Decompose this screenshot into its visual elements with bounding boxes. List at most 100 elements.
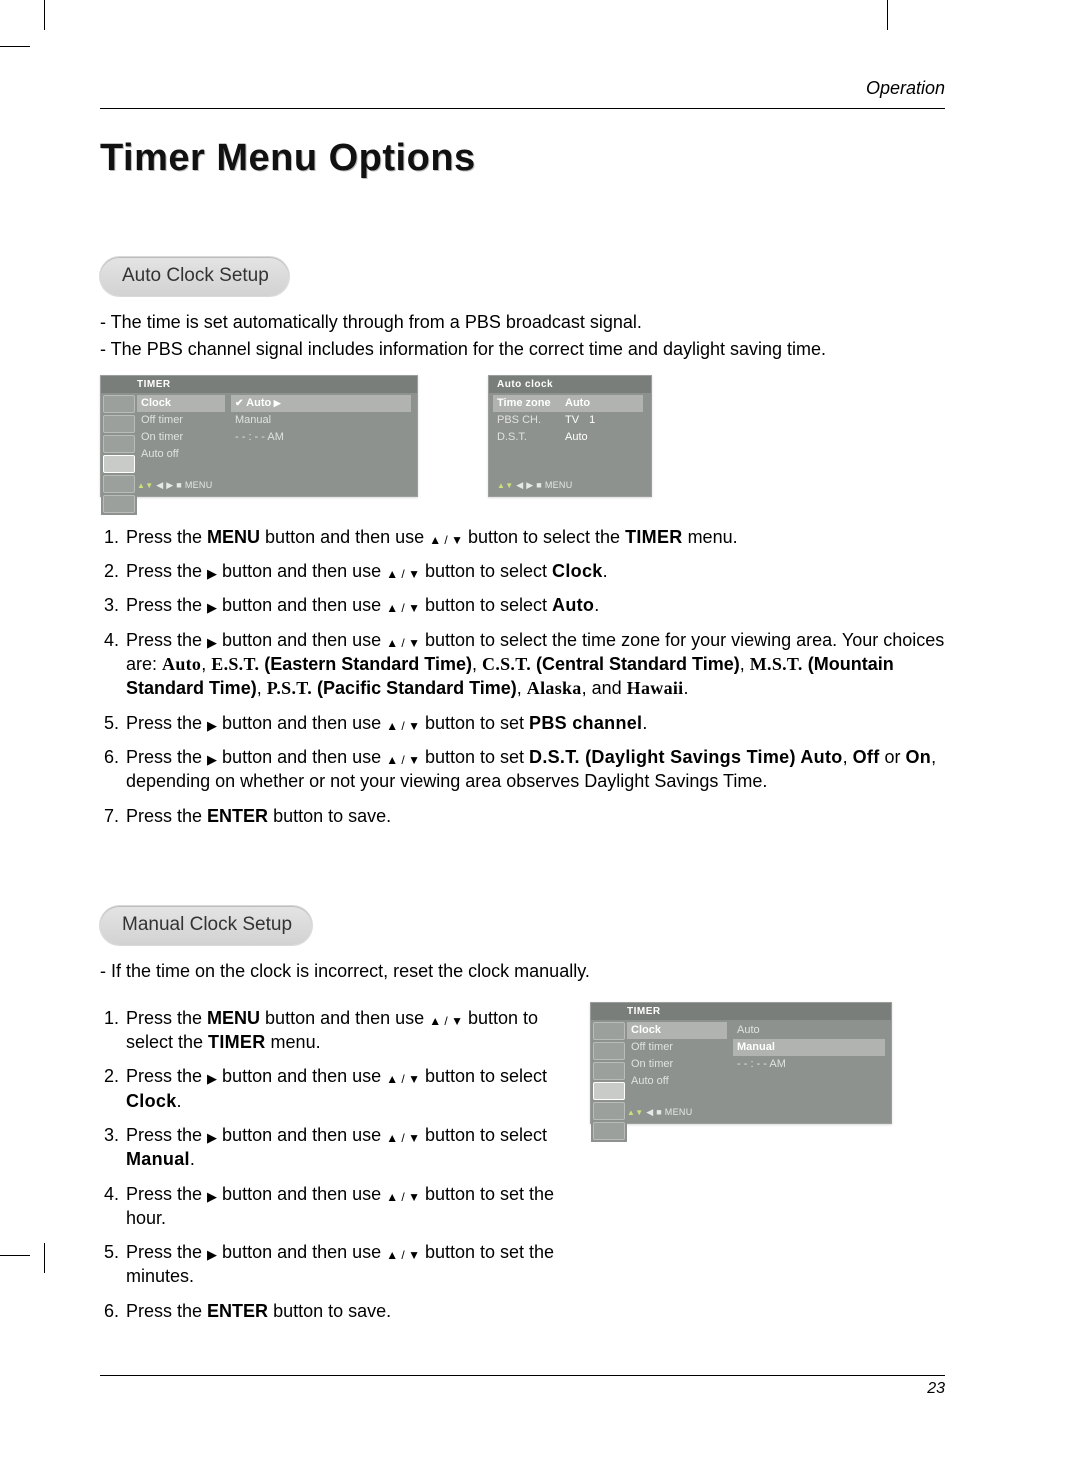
osd-option: - - : - - AM — [235, 429, 411, 446]
osd-tab-icon — [103, 495, 135, 513]
page: Operation Timer Menu Options Auto Clock … — [0, 0, 1080, 1473]
updown-icon — [386, 1130, 420, 1146]
osd-option: Manual — [235, 412, 411, 429]
step: Press the button and then use button to … — [124, 1240, 560, 1289]
updown-icon — [386, 1247, 420, 1263]
steps-auto: Press the MENU button and then use butto… — [100, 525, 945, 828]
osd-row: Time zone Auto — [493, 395, 643, 412]
updown-icon — [386, 718, 420, 734]
osd-icon-col — [101, 393, 137, 515]
osd-item: On timer — [631, 1056, 727, 1073]
osd-auto-clock: Auto clock Time zone Auto PBS CH. TV 1 D… — [488, 375, 652, 497]
step: Press the button and then use button to … — [124, 1064, 560, 1113]
osd-item: Off timer — [631, 1039, 727, 1056]
osd-tab-icon — [593, 1102, 625, 1120]
right-icon — [207, 1129, 217, 1147]
osd-footer-text: ◀ ▶ ■ MENU — [516, 480, 572, 490]
osd-col-right: Auto Manual - - : - - AM — [731, 1020, 891, 1142]
step: Press the button and then use button to … — [124, 711, 945, 735]
step: Press the button and then use button to … — [124, 1123, 560, 1172]
osd-key: PBS CH. — [497, 413, 555, 428]
steps-manual: Press the MENU button and then use butto… — [100, 1006, 560, 1323]
updown-icon: ▲▼ — [137, 481, 153, 490]
osd-footer-text: ◀ ▶ ■ MENU — [156, 480, 212, 490]
step: Press the button and then use button to … — [124, 745, 945, 794]
osd-tab-icon — [593, 1022, 625, 1040]
step: Press the MENU button and then use butto… — [124, 525, 945, 549]
step: Press the ENTER button to save. — [124, 1299, 560, 1323]
osd-row-auto: TIMER Clock Off timer On timer Auto off — [100, 375, 945, 497]
manual-section: Press the MENU button and then use butto… — [100, 996, 945, 1333]
osd-key: Time zone — [497, 396, 555, 411]
intro-manual: If the time on the clock is incorrect, r… — [100, 959, 945, 983]
step: Press the button and then use button to … — [124, 593, 945, 617]
updown-icon — [386, 752, 420, 768]
osd-item: Auto off — [141, 446, 225, 463]
osd-tab-icon — [103, 475, 135, 493]
step: Press the button and then use button to … — [124, 1182, 560, 1231]
heading-manual-clock: Manual Clock Setup — [100, 906, 312, 946]
osd-footer: ▲▼ ◀ ▶ ■ MENU — [137, 479, 213, 492]
right-icon — [207, 717, 217, 735]
osd-tab-icon-selected — [103, 455, 135, 473]
right-icon — [207, 1246, 217, 1264]
osd-item: On timer — [141, 429, 225, 446]
osd-row: D.S.T. Auto — [497, 429, 643, 446]
right-icon — [207, 1188, 217, 1206]
osd-value: Auto — [565, 430, 588, 445]
osd-option: - - : - - AM — [737, 1056, 885, 1073]
osd-col-left: Clock Off timer On timer Auto off — [137, 393, 229, 515]
osd-item: Auto off — [631, 1073, 727, 1090]
osd-option-selected: Auto — [231, 395, 411, 412]
osd-title: TIMER — [591, 1003, 891, 1021]
osd-footer: ▲▼ ◀ ■ MENU — [627, 1106, 693, 1119]
updown-icon — [429, 1013, 463, 1029]
osd-tab-icon-selected — [593, 1082, 625, 1100]
osd-tab-icon — [593, 1122, 625, 1140]
osd-footer-text: ◀ ■ MENU — [646, 1107, 692, 1117]
osd-key: D.S.T. — [497, 430, 555, 445]
osd-tab-icon — [103, 435, 135, 453]
intro-line: The time is set automatically through fr… — [100, 310, 945, 334]
updown-icon — [386, 566, 420, 582]
right-icon — [207, 751, 217, 769]
page-number: 23 — [100, 1378, 945, 1400]
osd-row: PBS CH. TV 1 — [497, 412, 643, 429]
updown-icon — [386, 600, 420, 616]
osd-title: TIMER — [101, 376, 417, 394]
osd-item: Off timer — [141, 412, 225, 429]
updown-icon — [386, 635, 420, 651]
updown-icon: ▲▼ — [627, 1108, 643, 1117]
step: Press the ENTER button to save. — [124, 804, 945, 828]
updown-icon — [386, 1071, 420, 1087]
updown-icon: ▲▼ — [497, 481, 513, 490]
step: Press the button and then use button to … — [124, 559, 945, 583]
right-icon — [207, 1070, 217, 1088]
osd-tab-icon — [593, 1062, 625, 1080]
osd-footer: ▲▼ ◀ ▶ ■ MENU — [497, 479, 573, 492]
right-icon — [207, 634, 217, 652]
rule-bottom — [100, 1375, 945, 1376]
rule-top — [100, 108, 945, 109]
osd-value: Auto — [565, 396, 590, 411]
osd-tab-icon — [103, 415, 135, 433]
right-icon — [207, 565, 217, 583]
right-icon — [207, 599, 217, 617]
osd-option: Auto — [737, 1022, 885, 1039]
intro-line: If the time on the clock is incorrect, r… — [100, 959, 945, 983]
osd-value: 1 — [589, 413, 595, 428]
updown-icon — [429, 532, 463, 548]
section-label: Operation — [100, 76, 945, 100]
osd-item: Clock — [627, 1022, 727, 1039]
step: Press the MENU button and then use butto… — [124, 1006, 560, 1055]
heading-auto-clock: Auto Clock Setup — [100, 257, 289, 297]
osd-option-selected: Manual — [733, 1039, 885, 1056]
osd-value: TV — [565, 413, 579, 428]
osd-item: Clock — [137, 395, 225, 412]
osd-timer-auto: TIMER Clock Off timer On timer Auto off — [100, 375, 418, 497]
osd-timer-manual: TIMER Clock Off timer On timer A — [590, 1002, 892, 1124]
osd-col-left: Clock Off timer On timer Auto off — [627, 1020, 731, 1142]
osd-title: Auto clock — [489, 376, 651, 394]
step: Press the button and then use button to … — [124, 628, 945, 701]
osd-tab-icon — [593, 1042, 625, 1060]
